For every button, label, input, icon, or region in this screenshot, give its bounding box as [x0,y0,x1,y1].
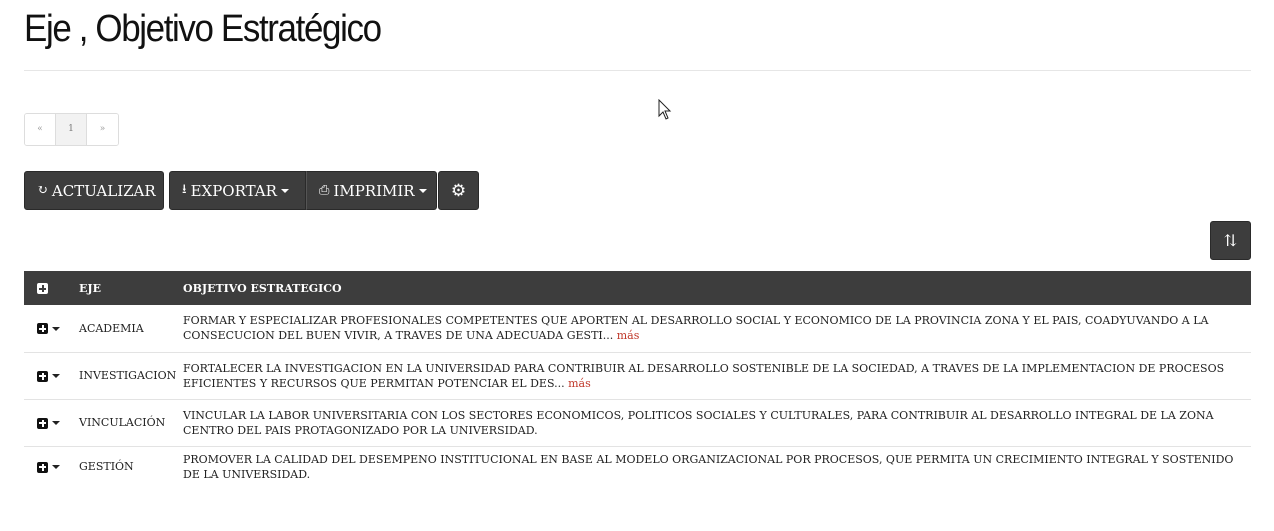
page-title: Eje , Objetivo Estratégico [24,8,382,50]
chevron-down-icon[interactable] [52,326,60,331]
pagination: « 1 » [24,113,119,146]
table-header-row: EJE OBJETIVO ESTRATEGICO [24,271,1251,305]
objetivo-cell: VINCULAR LA LABOR UNIVERSITARIA CON LOS … [183,399,1251,447]
chevron-down-icon[interactable] [52,465,60,470]
export-icon: ⭳ [182,181,187,197]
table-row: INVESTIGACION FORTALECER LA INVESTIGACIO… [24,352,1251,400]
eje-cell: ACADEMIA [79,305,183,353]
gear-icon: ⚙ [450,180,467,201]
expand-icon[interactable] [37,461,48,473]
refresh-button[interactable]: ↻ ACTUALIZAR [24,171,164,210]
eje-cell: VINCULACIÓN [79,399,183,447]
mouse-cursor-icon [658,99,672,120]
eje-cell: GESTIÓN [79,460,134,474]
chevron-down-icon [280,188,289,193]
pagination-next[interactable]: » [87,114,118,145]
objetivo-text: FORMAR Y ESPECIALIZAR PROFESIONALES COMP… [183,314,1209,343]
more-link[interactable]: más [617,329,640,342]
eje-cell: INVESTIGACION [79,352,183,400]
expand-icon[interactable] [37,323,48,335]
objetivo-text: FORTALECER LA INVESTIGACION EN LA UNIVER… [183,361,1225,390]
expand-icon[interactable] [37,370,48,382]
print-icon: ⎙ [319,183,330,198]
export-button[interactable]: ⭳ EXPORTAR [169,171,306,210]
title-divider [24,70,1251,71]
refresh-icon: ↻ [37,183,48,198]
expand-icon[interactable] [37,417,48,429]
objetivo-cell: FORTALECER LA INVESTIGACION EN LA UNIVER… [183,352,1251,400]
export-label: EXPORTAR [190,181,277,200]
export-print-group: ⭳ EXPORTAR ⎙ IMPRIMIR [169,171,437,210]
expand-all-cell[interactable] [24,271,79,305]
chevron-down-icon[interactable] [52,374,60,378]
refresh-label: ACTUALIZAR [51,181,156,200]
sort-button[interactable]: ⇅ [1210,221,1251,260]
objetivo-cell: FORMAR Y ESPECIALIZAR PROFESIONALES COMP… [183,305,1251,353]
row-expand-cell[interactable] [24,352,79,400]
table-row: GESTIÓN PROMOVER LA CALIDAD DEL DESEMPEN… [24,446,1251,487]
chevron-down-icon [418,188,427,193]
column-header-objetivo[interactable]: OBJETIVO ESTRATEGICO [183,271,1251,305]
pagination-page-1[interactable]: 1 [56,114,87,145]
column-header-eje[interactable]: EJE [79,271,183,305]
pagination-prev[interactable]: « [25,114,56,145]
objetivo-cell: PROMOVER LA CALIDAD DEL DESEMPENO INSTIT… [183,452,1234,481]
objectives-table: EJE OBJETIVO ESTRATEGICO ACADEMIA FORMAR… [24,271,1251,487]
print-button[interactable]: ⎙ IMPRIMIR [306,171,437,210]
sort-icon: ⇅ [1223,231,1238,250]
settings-button[interactable]: ⚙ [438,171,479,210]
table-row: ACADEMIA FORMAR Y ESPECIALIZAR PROFESION… [24,305,1251,353]
more-link[interactable]: más [568,377,591,390]
expand-all-icon[interactable] [37,283,48,294]
row-expand-cell[interactable] [24,446,79,487]
print-label: IMPRIMIR [333,181,415,200]
row-expand-cell[interactable] [24,399,79,447]
toolbar: ↻ ACTUALIZAR ⭳ EXPORTAR ⎙ IMPRIMIR ⚙ [24,171,479,210]
row-expand-cell[interactable] [24,305,79,353]
chevron-down-icon[interactable] [52,421,60,425]
table-row: VINCULACIÓN VINCULAR LA LABOR UNIVERSITA… [24,399,1251,447]
